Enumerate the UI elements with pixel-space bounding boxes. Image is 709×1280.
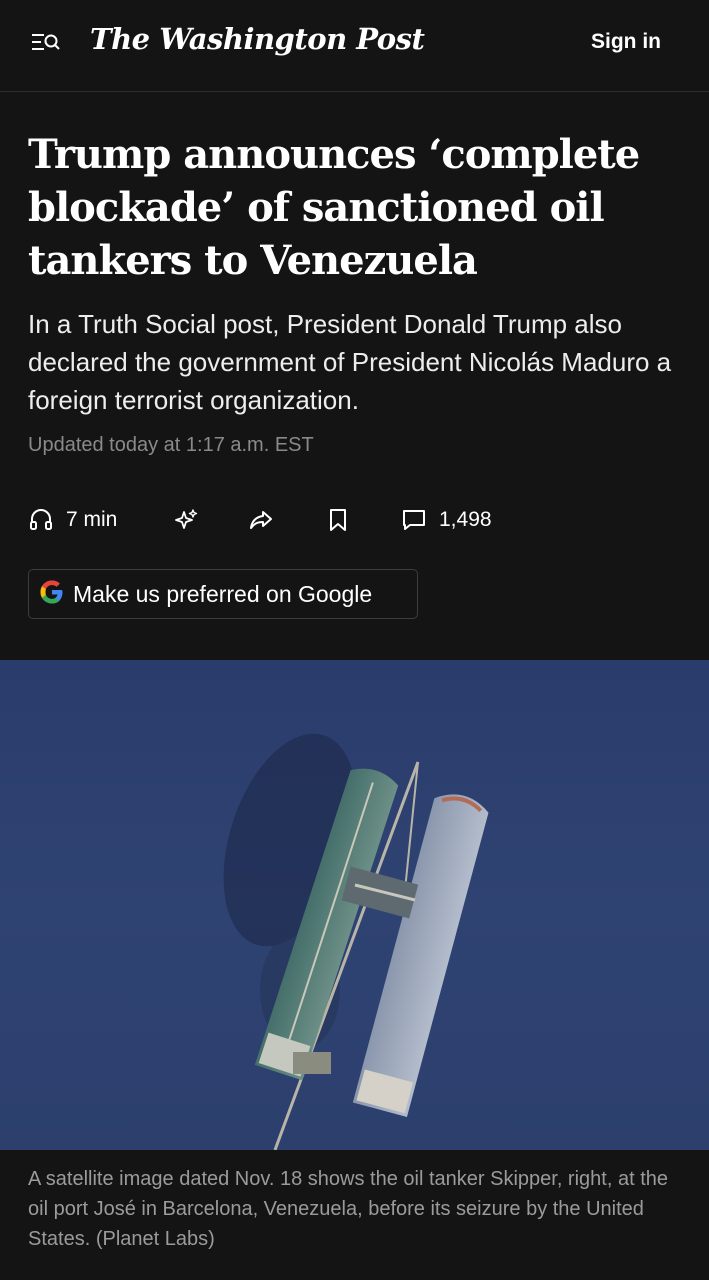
photo-caption: A satellite image dated Nov. 18 shows th… [28, 1168, 668, 1250]
satellite-photo [0, 660, 709, 1150]
comments-button[interactable]: 1,498 [401, 500, 492, 540]
site-logo[interactable]: The Washington Post [90, 22, 425, 56]
top-bar: The Washington Post Sign in [0, 0, 709, 92]
sign-in-button[interactable]: Sign in [591, 30, 661, 54]
comment-count: 1,498 [439, 508, 492, 531]
comment-icon [401, 507, 427, 533]
share-button[interactable] [248, 500, 274, 540]
listen-duration: 7 min [66, 508, 118, 531]
google-g-icon [37, 577, 67, 612]
preferred-on-google-label: Make us preferred on Google [73, 580, 373, 607]
share-arrow-icon [248, 507, 274, 533]
updated-timestamp: Updated today at 1:17 a.m. EST [28, 434, 314, 456]
bookmark-icon [326, 507, 350, 533]
bookmark-button[interactable] [326, 500, 350, 540]
summary-button[interactable] [173, 500, 199, 540]
preferred-on-google-button[interactable]: Make us preferred on Google [28, 569, 418, 619]
headphones-icon [28, 507, 54, 533]
article-action-bar: 7 min 1,498 [28, 500, 548, 540]
listen-button[interactable]: 7 min [28, 500, 117, 540]
article-subheadline: In a Truth Social post, President Donald… [28, 309, 672, 415]
sparkles-icon [173, 507, 199, 533]
article-headline: Trump announces ‘complete blockade’ of s… [28, 131, 640, 284]
menu-search-icon[interactable] [30, 30, 62, 58]
